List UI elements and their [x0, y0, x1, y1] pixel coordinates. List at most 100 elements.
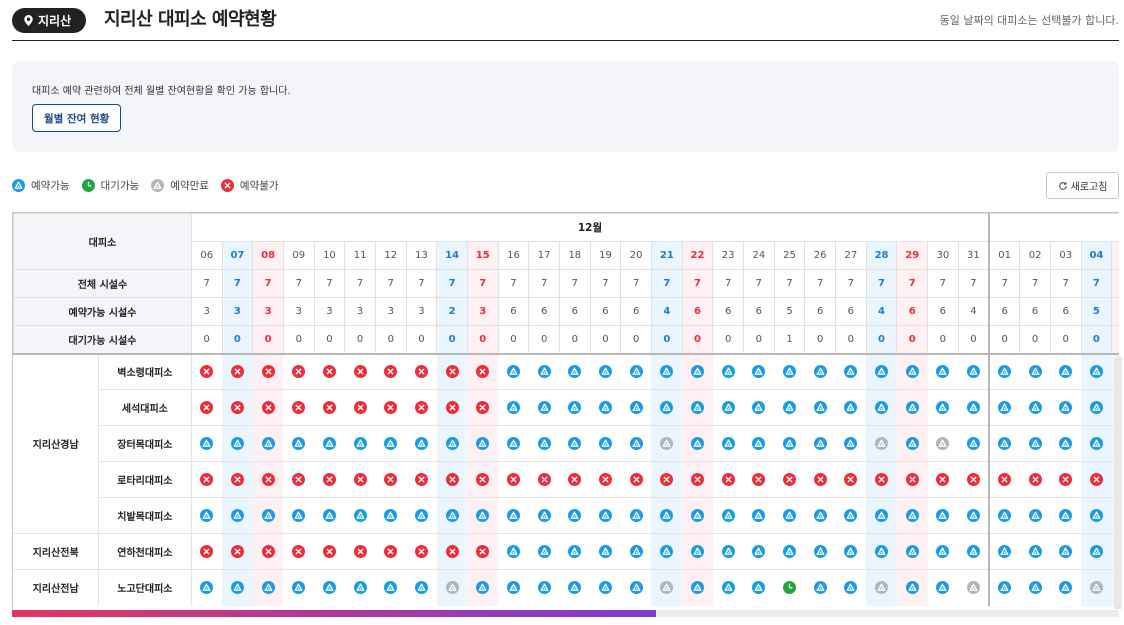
day-header[interactable]: 09 — [282, 241, 315, 270]
horizontal-scrollbar[interactable] — [12, 610, 1119, 617]
status-cell[interactable] — [682, 389, 713, 426]
status-cell[interactable] — [1050, 497, 1082, 534]
status-cell[interactable] — [467, 425, 499, 462]
status-cell[interactable] — [682, 425, 713, 462]
status-cell[interactable] — [988, 352, 1020, 390]
day-header[interactable]: 05 — [1111, 241, 1119, 270]
status-cell[interactable] — [774, 533, 805, 570]
status-cell[interactable] — [528, 352, 560, 390]
status-cell[interactable] — [988, 389, 1020, 426]
status-cell[interactable] — [866, 389, 897, 426]
status-cell[interactable] — [467, 569, 499, 606]
status-cell[interactable] — [835, 425, 867, 462]
status-cell[interactable] — [682, 352, 713, 390]
status-cell[interactable] — [314, 425, 345, 462]
status-cell[interactable] — [712, 425, 744, 462]
status-cell[interactable] — [314, 497, 345, 534]
status-cell[interactable] — [283, 569, 315, 606]
day-header[interactable]: 29 — [896, 241, 929, 270]
status-cell[interactable] — [1019, 497, 1051, 534]
day-header[interactable]: 14 — [436, 241, 468, 270]
day-header[interactable]: 27 — [835, 241, 867, 270]
status-cell[interactable] — [835, 533, 867, 570]
status-cell[interactable] — [620, 425, 652, 462]
status-cell[interactable] — [712, 389, 744, 426]
status-cell[interactable] — [682, 533, 713, 570]
status-cell[interactable] — [988, 533, 1020, 570]
status-cell[interactable] — [651, 352, 683, 390]
status-cell[interactable] — [498, 497, 529, 534]
status-cell[interactable] — [252, 569, 284, 606]
status-cell[interactable] — [344, 425, 376, 462]
status-cell[interactable] — [498, 389, 529, 426]
status-cell[interactable] — [590, 389, 621, 426]
status-cell[interactable] — [835, 352, 867, 390]
day-header[interactable]: 15 — [466, 241, 499, 270]
status-cell[interactable] — [528, 425, 560, 462]
status-cell[interactable] — [528, 533, 560, 570]
status-cell[interactable] — [896, 497, 928, 534]
status-cell[interactable] — [528, 497, 560, 534]
status-cell[interactable] — [988, 569, 1020, 606]
status-cell[interactable] — [252, 497, 284, 534]
status-cell[interactable] — [835, 497, 867, 534]
status-cell[interactable] — [651, 497, 683, 534]
day-header[interactable]: 04 — [1080, 241, 1113, 270]
status-cell[interactable] — [1019, 352, 1051, 390]
status-cell[interactable] — [866, 533, 897, 570]
status-cell[interactable] — [590, 352, 621, 390]
day-header[interactable]: 24 — [743, 241, 775, 270]
day-header[interactable]: 26 — [804, 241, 837, 270]
status-cell[interactable] — [436, 425, 468, 462]
status-cell[interactable] — [774, 569, 805, 606]
status-cell[interactable] — [896, 533, 928, 570]
status-cell[interactable] — [743, 425, 775, 462]
status-cell[interactable] — [620, 352, 652, 390]
vertical-scrollbar[interactable] — [1114, 357, 1122, 609]
status-cell[interactable] — [1019, 569, 1051, 606]
status-cell[interactable] — [927, 533, 959, 570]
status-cell[interactable] — [712, 533, 744, 570]
day-header[interactable]: 08 — [252, 241, 284, 270]
day-header[interactable]: 02 — [1019, 241, 1051, 270]
day-header[interactable]: 10 — [313, 241, 346, 270]
status-cell[interactable] — [375, 497, 407, 534]
status-cell[interactable] — [804, 569, 836, 606]
status-cell[interactable] — [559, 497, 591, 534]
status-cell[interactable] — [344, 569, 376, 606]
status-cell[interactable] — [559, 425, 591, 462]
status-cell[interactable] — [1081, 389, 1112, 426]
status-cell[interactable] — [958, 533, 990, 570]
day-header[interactable]: 23 — [712, 241, 744, 270]
status-cell[interactable] — [375, 569, 407, 606]
day-header[interactable]: 22 — [681, 241, 714, 270]
status-cell[interactable] — [958, 425, 990, 462]
status-cell[interactable] — [406, 569, 437, 606]
status-cell[interactable] — [498, 425, 529, 462]
status-cell[interactable] — [1050, 425, 1082, 462]
status-cell[interactable] — [222, 569, 253, 606]
status-cell[interactable] — [1050, 533, 1082, 570]
status-cell[interactable] — [283, 497, 315, 534]
status-cell[interactable] — [651, 533, 683, 570]
status-cell[interactable] — [559, 352, 591, 390]
day-header[interactable]: 06 — [190, 241, 223, 270]
scrollbar-thumb[interactable] — [12, 610, 656, 617]
status-cell[interactable] — [682, 497, 713, 534]
status-cell[interactable] — [191, 569, 223, 606]
reservation-grid[interactable]: 대피소 12월 06 07 08 09 10 11 12 13 14 15 16 17 18 19 20 21 22… — [12, 212, 1119, 616]
status-cell[interactable] — [804, 497, 836, 534]
monthly-status-button[interactable]: 월별 잔여 현황 — [32, 104, 122, 132]
status-cell[interactable] — [712, 497, 744, 534]
status-cell[interactable] — [314, 569, 345, 606]
status-cell[interactable] — [1081, 533, 1112, 570]
status-cell[interactable] — [988, 497, 1020, 534]
day-header[interactable]: 18 — [558, 241, 591, 270]
status-cell[interactable] — [743, 352, 775, 390]
status-cell[interactable] — [927, 352, 959, 390]
day-header[interactable]: 11 — [344, 241, 376, 270]
status-cell[interactable] — [743, 389, 775, 426]
status-cell[interactable] — [682, 569, 713, 606]
status-cell[interactable] — [283, 425, 315, 462]
status-cell[interactable] — [896, 569, 928, 606]
